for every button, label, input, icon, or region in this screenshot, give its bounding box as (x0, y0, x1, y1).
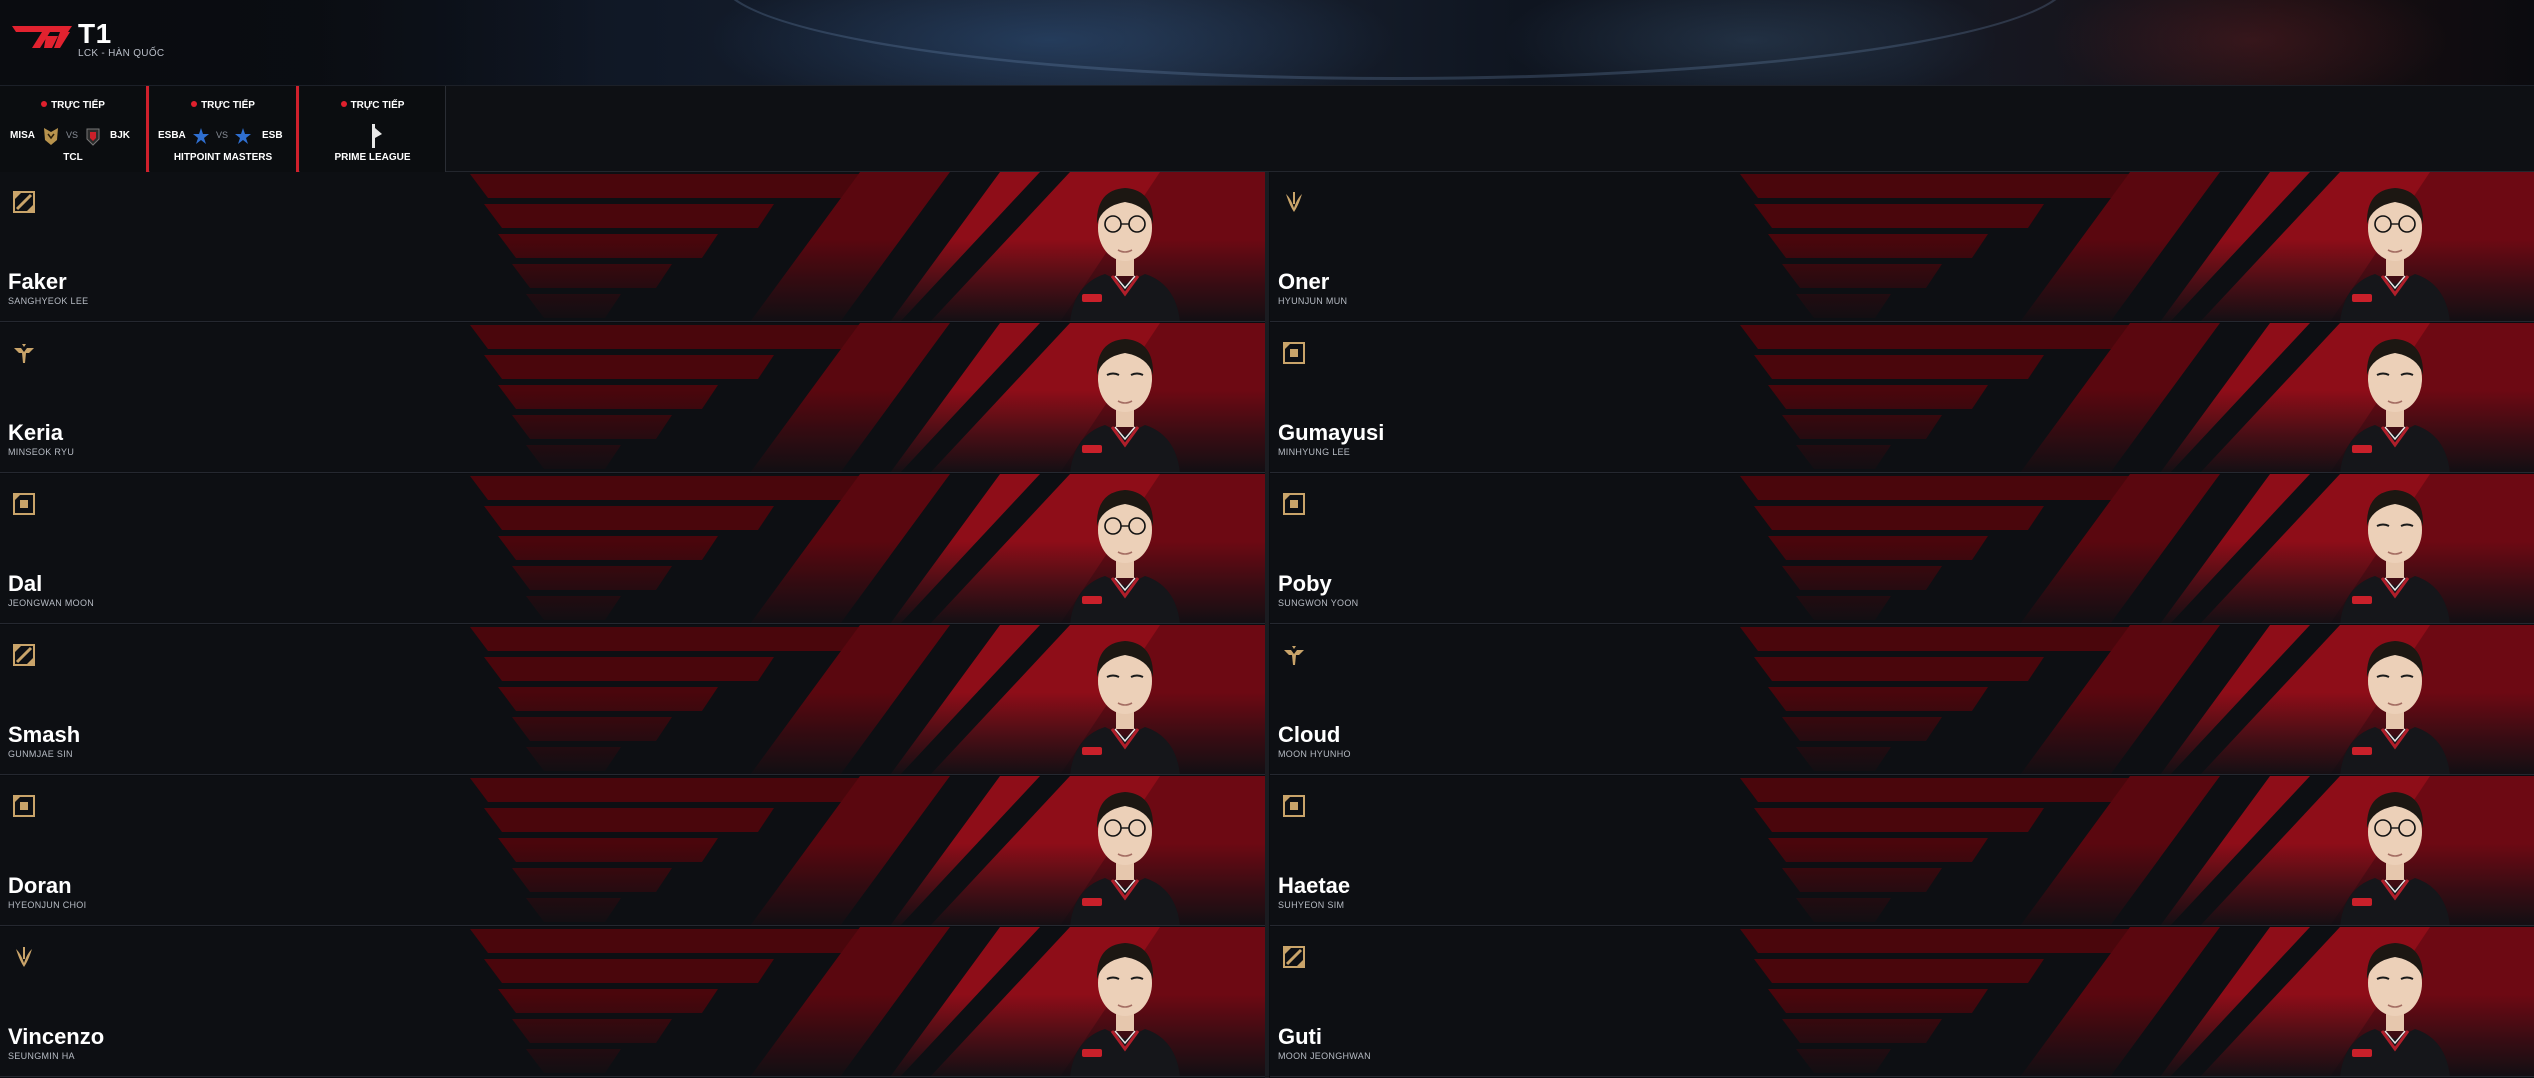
live-status: TRỰC TIẾP (0, 100, 146, 111)
player-nickname: Cloud (1278, 722, 1341, 747)
player-portrait (2340, 188, 2450, 321)
bjk-logo-icon (86, 128, 100, 146)
vs-label: VS (216, 130, 229, 140)
support-icon (14, 344, 34, 363)
player-real-name: HYEONJUN CHOI (8, 900, 87, 910)
player-portrait (1070, 641, 1180, 774)
matchup: ESBA VS ESB (150, 126, 296, 146)
player-portrait (2340, 792, 2450, 925)
esba-star-logo-icon (193, 128, 209, 144)
live-status: TRỰC TIẾP (300, 100, 445, 111)
live-matches-strip: TRỰC TIẾP MISA VS BJK TCL TRỰC TIẾP ESBA… (0, 86, 2534, 172)
player-portrait (2340, 339, 2450, 472)
player-portrait (1070, 188, 1180, 321)
player-real-name: SANGHYEOK LEE (8, 296, 89, 306)
mid-lane-icon (1283, 946, 1305, 968)
player-card[interactable]: Faker SANGHYEOK LEE (0, 172, 1265, 322)
player-card[interactable]: Poby SUNGWON YOON (1270, 474, 2534, 624)
jungle-icon (16, 947, 32, 967)
player-card[interactable]: Vincenzo SEUNGMIN HA (0, 927, 1265, 1077)
team1-abbr: MISA (10, 130, 35, 141)
support-icon (1284, 646, 1304, 665)
prime-league-logo-icon (372, 124, 382, 148)
player-nickname: Guti (1278, 1024, 1322, 1049)
player-real-name: JEONGWAN MOON (8, 598, 95, 608)
player-portrait (2340, 641, 2450, 774)
player-card[interactable]: Gumayusi MINHYUNG LEE (1270, 323, 2534, 473)
mid-lane-icon (13, 644, 35, 666)
player-card[interactable]: Guti MOON JEONGHWAN (1270, 927, 2534, 1077)
player-card[interactable]: Oner HYUNJUN MUN (1270, 172, 2534, 322)
column-divider (1265, 172, 1269, 1078)
player-card[interactable]: Smash GUNMJAE SIN (0, 625, 1265, 775)
team-league: LCK - HÀN QUỐC (78, 48, 165, 59)
player-portrait (2340, 943, 2450, 1076)
player-real-name: MINSEOK RYU (8, 447, 75, 457)
bot-lane-icon (1283, 342, 1305, 364)
tournament-name: HITPOINT MASTERS (173, 152, 273, 163)
player-real-name: MINHYUNG LEE (1278, 447, 1351, 457)
player-real-name: SUHYEON SIM (1278, 900, 1345, 910)
tournament-name: PRIME LEAGUE (334, 152, 411, 163)
bot-lane-icon (1283, 493, 1305, 515)
esb-star-logo-icon (235, 128, 251, 144)
live-match-card[interactable]: TRỰC TIẾP ESBA VS ESB HITPOINT MASTERS (150, 86, 299, 172)
live-match-card[interactable]: TRỰC TIẾP PRIME LEAGUE (300, 86, 446, 172)
player-nickname: Keria (8, 420, 64, 445)
player-real-name: HYUNJUN MUN (1278, 296, 1348, 306)
jungle-icon (1286, 192, 1302, 212)
player-nickname: Smash (8, 722, 81, 747)
team1-abbr: ESBA (158, 130, 186, 141)
tournament-name: TCL (63, 152, 83, 163)
player-nickname: Haetae (1278, 873, 1351, 898)
player-nickname: Doran (8, 873, 72, 898)
player-nickname: Faker (8, 269, 67, 294)
team-name: T1 (78, 18, 112, 49)
player-nickname: Dal (8, 571, 43, 596)
player-real-name: MOON JEONGHWAN (1278, 1051, 1371, 1061)
player-card[interactable]: Cloud MOON HYUNHO (1270, 625, 2534, 775)
live-dot-icon (41, 101, 48, 107)
player-real-name: MOON HYUNHO (1278, 749, 1351, 759)
player-card[interactable]: Doran HYEONJUN CHOI (0, 776, 1265, 926)
matchup: MISA VS BJK (0, 126, 146, 146)
player-card[interactable]: Dal JEONGWAN MOON (0, 474, 1265, 624)
bot-lane-icon (13, 795, 35, 817)
player-portrait (1070, 792, 1180, 925)
player-real-name: SEUNGMIN HA (8, 1051, 75, 1061)
player-card[interactable]: Haetae SUHYEON SIM (1270, 776, 2534, 926)
player-portrait (2340, 490, 2450, 623)
player-nickname: Oner (1278, 269, 1330, 294)
vs-label: VS (66, 130, 79, 140)
player-portrait (1070, 943, 1180, 1076)
player-real-name: SUNGWON YOON (1278, 598, 1359, 608)
team2-abbr: ESB (262, 130, 283, 141)
bot-lane-icon (1283, 795, 1305, 817)
team-header: T1 LCK - HÀN QUỐC (0, 0, 2534, 86)
live-match-card[interactable]: TRỰC TIẾP MISA VS BJK TCL (0, 86, 149, 172)
misa-logo-icon (44, 128, 58, 145)
header-backdrop-glow (2050, 0, 2450, 85)
live-dot-icon (340, 101, 347, 107)
player-portrait (1070, 490, 1180, 623)
player-portrait (1070, 339, 1180, 472)
live-status: TRỰC TIẾP (150, 100, 296, 111)
player-card[interactable]: Keria MINSEOK RYU (0, 323, 1265, 473)
live-dot-icon (191, 101, 198, 107)
player-real-name: GUNMJAE SIN (8, 749, 73, 759)
player-nickname: Gumayusi (1278, 420, 1385, 445)
team-logo-icon (12, 26, 72, 48)
mid-lane-icon (13, 191, 35, 213)
player-nickname: Vincenzo (8, 1024, 105, 1049)
player-nickname: Poby (1278, 571, 1332, 596)
bot-lane-icon (13, 493, 35, 515)
team2-abbr: BJK (110, 130, 131, 141)
